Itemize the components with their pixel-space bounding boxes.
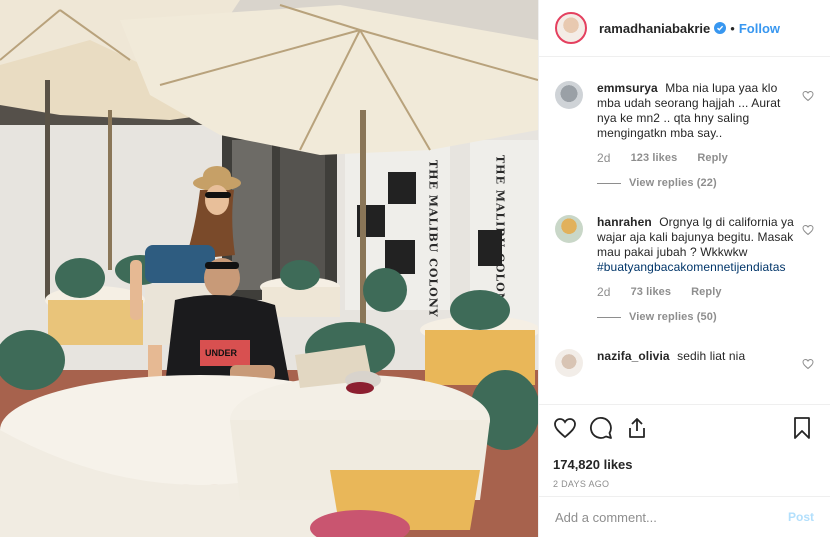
view-replies-label: View replies (22) <box>629 177 717 189</box>
share-icon[interactable] <box>625 416 649 440</box>
post-timestamp[interactable]: 2 DAYS AGO <box>553 479 814 489</box>
post-actions: 174,820 likes 2 DAYS AGO <box>539 404 830 502</box>
add-comment-input[interactable] <box>555 509 788 525</box>
comment-username[interactable]: hanrahen <box>597 215 652 229</box>
comment-like-heart-icon[interactable] <box>802 90 814 102</box>
add-comment-bar: Post <box>539 496 830 537</box>
shirt-text: UNDER <box>205 348 238 358</box>
like-heart-icon[interactable] <box>553 416 577 440</box>
sign-text-1: THE MALIBU COLONY CO <box>427 160 440 343</box>
comment-time[interactable]: 2d <box>597 285 611 300</box>
post-header: ramadhaniabakrie • Follow <box>539 0 830 57</box>
instagram-post: THE MALIBU COLONY CO THE MALIBU COLONY C… <box>0 0 830 537</box>
author-avatar[interactable] <box>555 12 587 44</box>
post-comment-button[interactable]: Post <box>788 510 814 524</box>
comment-reply-button[interactable]: Reply <box>691 285 721 300</box>
comment-username[interactable]: nazifa_olivia <box>597 349 670 363</box>
save-bookmark-icon[interactable] <box>790 416 814 440</box>
view-replies-label: View replies (50) <box>629 311 717 323</box>
follow-button[interactable]: Follow <box>739 21 780 36</box>
comment-reply-button[interactable]: Reply <box>697 151 727 166</box>
comment-item: hanrahen Orgnya lg di california ya waja… <box>555 191 814 325</box>
comment-likes[interactable]: 73 likes <box>631 285 672 300</box>
author-username[interactable]: ramadhaniabakrie <box>599 21 710 36</box>
comment-avatar[interactable] <box>555 349 583 377</box>
comment-likes[interactable]: 123 likes <box>631 151 678 166</box>
comment-like-heart-icon[interactable] <box>802 224 814 236</box>
comment-body: hanrahen Orgnya lg di california ya waja… <box>597 215 802 325</box>
comment-avatar[interactable] <box>555 215 583 243</box>
comment-body: nazifa_olivia sedih liat nia <box>597 349 802 377</box>
post-photo[interactable]: THE MALIBU COLONY CO THE MALIBU COLONY C… <box>0 0 538 537</box>
view-replies-button[interactable]: View replies (22) <box>597 176 802 191</box>
comment-body: emmsurya Mba nia lupa yaa klo mba udah s… <box>597 81 802 191</box>
action-icons-row <box>553 415 814 441</box>
comments-list[interactable]: emmsurya Mba nia lupa yaa klo mba udah s… <box>539 57 830 404</box>
header-separator: • <box>730 20 735 36</box>
comment-text: sedih liat nia <box>677 349 746 363</box>
cafe-scene-image: THE MALIBU COLONY CO THE MALIBU COLONY C… <box>0 0 538 537</box>
comment-time[interactable]: 2d <box>597 151 611 166</box>
comment-meta: 2d 123 likes Reply <box>597 151 802 166</box>
comment-avatar[interactable] <box>555 81 583 109</box>
post-side-panel: ramadhaniabakrie • Follow emmsurya Mba n… <box>538 0 830 537</box>
comment-item: emmsurya Mba nia lupa yaa klo mba udah s… <box>555 57 814 191</box>
likes-count[interactable]: 174,820 likes <box>553 457 814 472</box>
verified-badge-icon <box>714 22 727 34</box>
comment-like-heart-icon[interactable] <box>802 358 814 370</box>
comment-bubble-icon[interactable] <box>589 416 613 440</box>
comment-meta: 2d 73 likes Reply <box>597 285 802 300</box>
view-replies-button[interactable]: View replies (50) <box>597 310 802 325</box>
comment-item: nazifa_olivia sedih liat nia <box>555 325 814 377</box>
comment-username[interactable]: emmsurya <box>597 81 658 95</box>
comment-hashtag[interactable]: #buatyangbacakomennetijendiatas <box>597 260 786 274</box>
